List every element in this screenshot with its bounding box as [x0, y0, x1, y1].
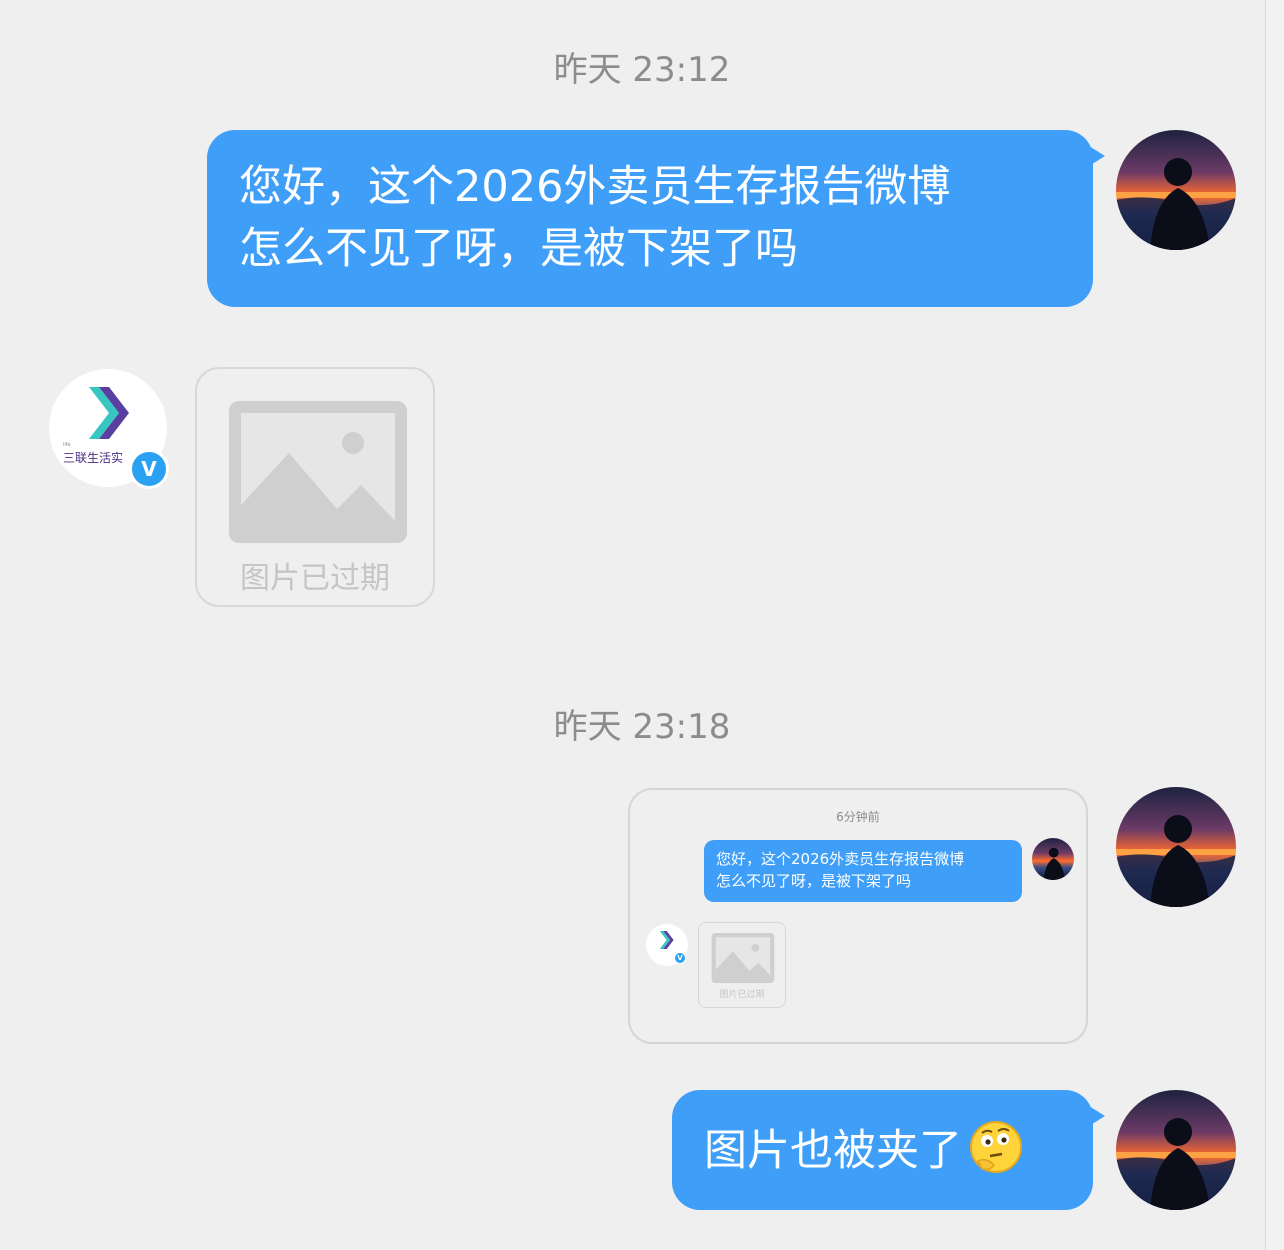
avatar-sunset-image	[1032, 838, 1074, 880]
mini-message-bubble: 您好，这个2026外卖员生存报告微博 怎么不见了呀，是被下架了吗	[704, 840, 1022, 902]
account-avatar[interactable]: life 三联生活实 V	[49, 369, 169, 489]
logo-text: 三联生活实	[63, 451, 124, 465]
mini-message-line: 怎么不见了呀，是被下架了吗	[716, 872, 912, 890]
thinking-face-emoji	[970, 1121, 1022, 1173]
mini-message-line: 您好，这个2026外卖员生存报告微博	[716, 850, 965, 868]
verified-badge-icon: V	[129, 449, 169, 489]
avatar-sunset-image	[1116, 1090, 1236, 1210]
image-placeholder-icon	[229, 401, 407, 543]
scrollbar-track[interactable]	[1265, 0, 1284, 1250]
expired-image-message[interactable]: 图片已过期	[195, 367, 435, 607]
image-placeholder-icon	[711, 933, 775, 983]
message-line: 怎么不见了呀，是被下架了吗	[239, 224, 798, 274]
verified-badge-icon: V	[674, 952, 686, 964]
logo-chevron-icon	[659, 930, 674, 950]
message-text: 图片也被夹了	[704, 1126, 962, 1176]
message-bubble-outgoing[interactable]: 图片也被夹了	[672, 1090, 1105, 1210]
mini-expired-label: 图片已过期	[719, 990, 765, 1000]
avatar-sunset-image	[1116, 787, 1236, 907]
my-avatar[interactable]	[1116, 1090, 1236, 1210]
message-line: 您好，这个2026外卖员生存报告微博	[239, 162, 951, 212]
timestamp: 昨天 23:18	[553, 707, 731, 747]
shared-screenshot-message[interactable]: 6分钟前 您好，这个2026外卖员生存报告微博 怎么不见了呀，是被下架了吗 V …	[628, 788, 1088, 1044]
my-avatar[interactable]	[1116, 787, 1236, 907]
mini-account-avatar: V	[646, 924, 688, 966]
mini-my-avatar	[1032, 838, 1074, 880]
bubble-tail	[1089, 1106, 1105, 1126]
timestamp: 昨天 23:12	[553, 50, 731, 90]
message-bubble-outgoing[interactable]: 您好，这个2026外卖员生存报告微博 怎么不见了呀，是被下架了吗	[207, 130, 1105, 307]
avatar-sunset-image	[1116, 130, 1236, 250]
expired-label: 图片已过期	[240, 561, 390, 596]
bubble-tail	[1089, 146, 1105, 166]
logo-tiny-text: life	[63, 442, 71, 448]
mini-expired-image: 图片已过期	[698, 922, 786, 1008]
mini-timestamp: 6分钟前	[836, 810, 880, 824]
logo-chevron-icon	[89, 387, 129, 439]
my-avatar[interactable]	[1116, 130, 1236, 250]
